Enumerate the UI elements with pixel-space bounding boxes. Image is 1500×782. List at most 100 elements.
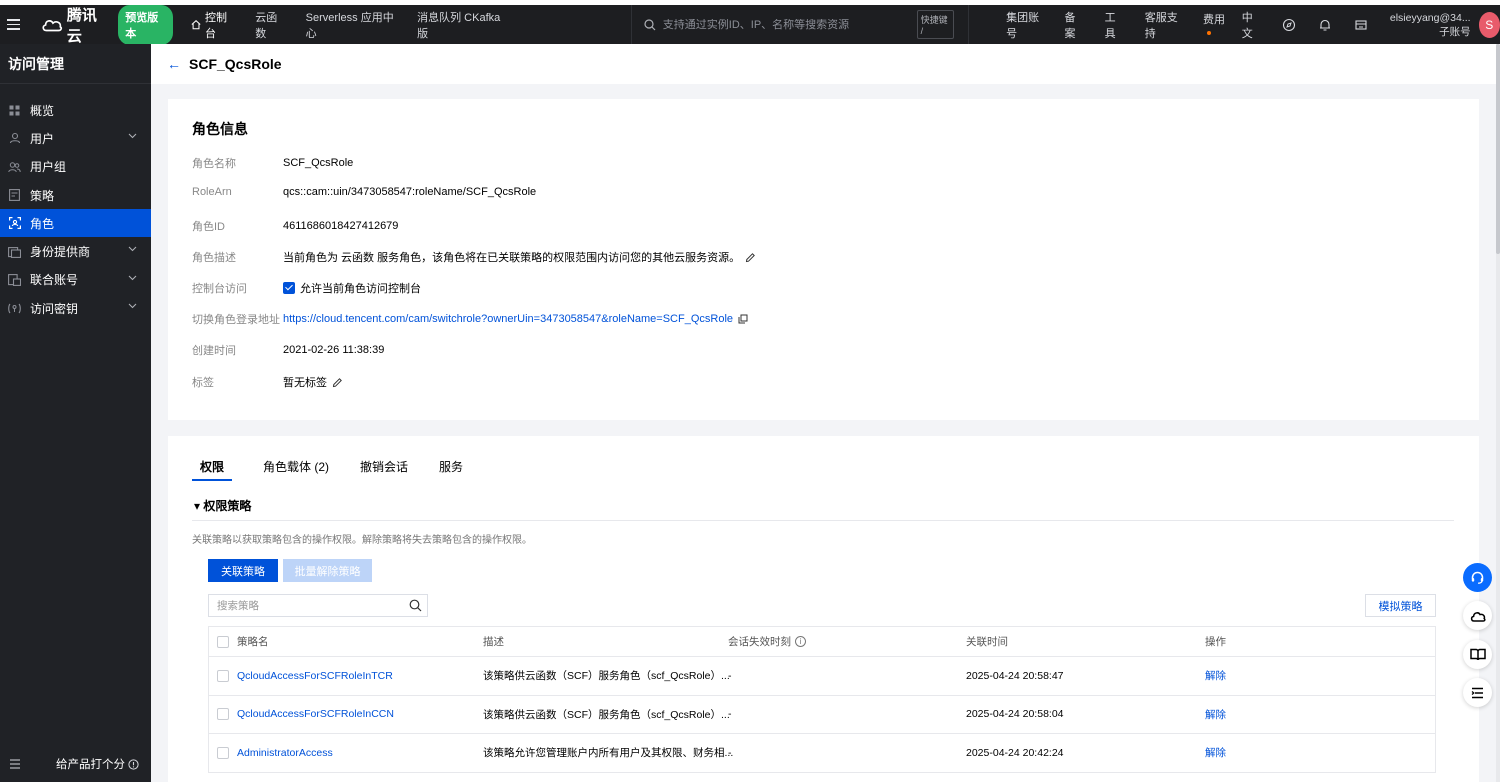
policy-description: 该策略供云函数（SCF）服务角色（scf_QcsRole）... [483, 708, 730, 721]
shortcut-hint: 快捷键 / [916, 10, 955, 39]
icp-filing-link[interactable]: 备案 [1064, 9, 1082, 41]
detach-link[interactable]: 解除 [1205, 707, 1226, 722]
sidebar-item-user-groups[interactable]: 用户组 [0, 153, 151, 181]
switch-role-url-link[interactable]: https://cloud.tencent.com/cam/switchrole… [283, 313, 733, 325]
sidebar-item-roles[interactable]: 角色 [0, 209, 151, 238]
info-icon[interactable]: i [795, 636, 806, 647]
console-access-checkbox[interactable] [283, 282, 295, 294]
preview-version-badge[interactable]: 预览版本 [118, 4, 173, 45]
sidebar-item-federated-accounts[interactable]: 联合账号 [0, 266, 151, 294]
simulate-policy-button[interactable]: 模拟策略 [1365, 594, 1436, 617]
policy-name-link[interactable]: QcloudAccessForSCFRoleInCCN [237, 708, 394, 720]
nav-scf[interactable]: 云函数 [255, 9, 285, 41]
back-arrow-icon[interactable]: ← [167, 56, 181, 72]
attached-time: 2025-04-24 20:58:04 [966, 708, 1064, 721]
group-account-link[interactable]: 集团账号 [1006, 9, 1042, 41]
policy-name-link[interactable]: QcloudAccessForSCFRoleInTCR [237, 670, 393, 682]
field-label: 切换角色登录地址 [192, 314, 280, 326]
column-header-expiry-label: 会话失效时刻 [728, 636, 791, 648]
sidebar-title: 访问管理 [0, 44, 151, 84]
role-icon [8, 217, 21, 230]
cart-icon[interactable] [1354, 17, 1368, 33]
user-account-menu[interactable]: elsieyyang@34... 子账号 [1390, 11, 1471, 39]
policy-name-link[interactable]: AdministratorAccess [237, 747, 333, 759]
table-row: QcloudAccessForSCFRoleInTCR 该策略供云函数（SCF）… [209, 657, 1435, 696]
row-checkbox[interactable] [217, 669, 229, 682]
compass-icon[interactable] [1282, 17, 1296, 33]
hamburger-menu-icon[interactable] [7, 5, 33, 45]
attach-policy-button[interactable]: 关联策略 [208, 559, 278, 582]
tab-revoke-sessions[interactable]: 撤销会话 [360, 458, 408, 481]
global-search-input[interactable] [662, 18, 893, 31]
docs-button[interactable] [1463, 640, 1492, 669]
select-all-checkbox[interactable] [217, 635, 229, 648]
column-header-action: 操作 [1205, 636, 1226, 648]
switch-role-url-row: 切换角色登录地址 https://cloud.tencent.com/cam/s… [192, 311, 748, 327]
top-navigation-bar: 腾讯云 预览版本 控制台 云函数 Serverless 应用中心 消息队列 CK… [0, 0, 1500, 46]
bell-icon[interactable] [1318, 17, 1332, 33]
role-info-heading: 角色信息 [192, 121, 248, 137]
collapse-sidebar-icon[interactable] [8, 759, 22, 769]
rate-product-label: 给产品打个分 [56, 759, 125, 771]
policy-search[interactable] [208, 594, 428, 617]
tab-permissions[interactable]: 权限 [192, 458, 233, 481]
rate-product-button[interactable]: 给产品打个分 [56, 756, 139, 772]
sidebar: 访问管理 概览 用户 用户组 策略 角色 身份提供商 联合账号 访问密钥 给产品… [0, 44, 151, 782]
federated-icon [8, 273, 21, 286]
policy-search-input[interactable] [217, 599, 402, 612]
tab-services[interactable]: 服务 [439, 458, 463, 481]
language-switch[interactable]: 中文 [1242, 9, 1260, 41]
sidebar-item-access-keys[interactable]: 访问密钥 [0, 294, 151, 322]
session-expiry: - [728, 746, 732, 759]
nav-serverless[interactable]: Serverless 应用中心 [306, 9, 397, 41]
cloud-assistant-button[interactable] [1463, 601, 1492, 630]
row-checkbox[interactable] [217, 708, 229, 721]
copy-icon[interactable] [738, 314, 748, 324]
tags-value: 暂无标签 [283, 374, 343, 390]
nav-console[interactable]: 控制台 [191, 9, 235, 41]
chevron-down-icon [128, 133, 137, 139]
row-checkbox-cell [217, 696, 229, 734]
sidebar-item-overview[interactable]: 概览 [0, 96, 151, 124]
avatar[interactable]: S [1478, 11, 1500, 38]
edit-pencil-icon[interactable] [332, 377, 343, 388]
role-name-row: 角色名称 SCF_QcsRole [192, 155, 353, 171]
brand-logo[interactable]: 腾讯云 [41, 4, 108, 46]
section-title: 权限策略 [203, 499, 252, 513]
permission-policies-toggle[interactable]: ▾ 权限策略 [194, 497, 251, 514]
support-link[interactable]: 客服支持 [1145, 9, 1181, 41]
chevron-down-icon [128, 303, 137, 309]
sidebar-item-label: 访问密钥 [30, 301, 79, 316]
detach-link[interactable]: 解除 [1205, 745, 1226, 760]
sidebar-item-label: 概览 [30, 103, 55, 118]
page-scrollbar[interactable] [1496, 44, 1500, 782]
policy-table: 策略名 描述 会话失效时刻 i 关联时间 操作 QcloudAccessForS… [208, 626, 1436, 773]
global-search[interactable] [632, 5, 910, 45]
select-all-cell [217, 627, 229, 656]
sidebar-item-identity-providers[interactable]: 身份提供商 [0, 237, 151, 265]
edit-pencil-icon[interactable] [745, 252, 756, 263]
customer-service-button[interactable] [1463, 563, 1492, 592]
feedback-list-button[interactable] [1463, 678, 1492, 707]
divider [968, 4, 970, 45]
session-expiry: - [728, 669, 732, 682]
policy-name-cell: QcloudAccessForSCFRoleInTCR [237, 657, 393, 695]
row-checkbox[interactable] [217, 746, 229, 759]
console-access-value: 允许当前角色访问控制台 [283, 280, 421, 296]
tools-link[interactable]: 工具 [1105, 9, 1123, 41]
page-header: ← SCF_QcsRole [151, 44, 1496, 84]
search-icon[interactable] [409, 599, 422, 612]
sidebar-item-users[interactable]: 用户 [0, 124, 151, 152]
idp-icon [8, 245, 21, 258]
user-name: elsieyyang@34... [1389, 11, 1471, 24]
billing-link[interactable]: 费用 [1203, 11, 1228, 39]
scrollbar-thumb[interactable] [1496, 44, 1500, 254]
sidebar-item-policies[interactable]: 策略 [0, 181, 151, 209]
nav-ckafka[interactable]: 消息队列 CKafka 版 [417, 9, 507, 41]
column-header-description: 描述 [483, 636, 504, 648]
tab-role-carriers[interactable]: 角色载体 (2) [263, 458, 329, 481]
row-checkbox-cell [217, 734, 229, 772]
detach-link[interactable]: 解除 [1205, 668, 1226, 683]
home-icon [191, 20, 201, 30]
key-icon [8, 302, 21, 315]
